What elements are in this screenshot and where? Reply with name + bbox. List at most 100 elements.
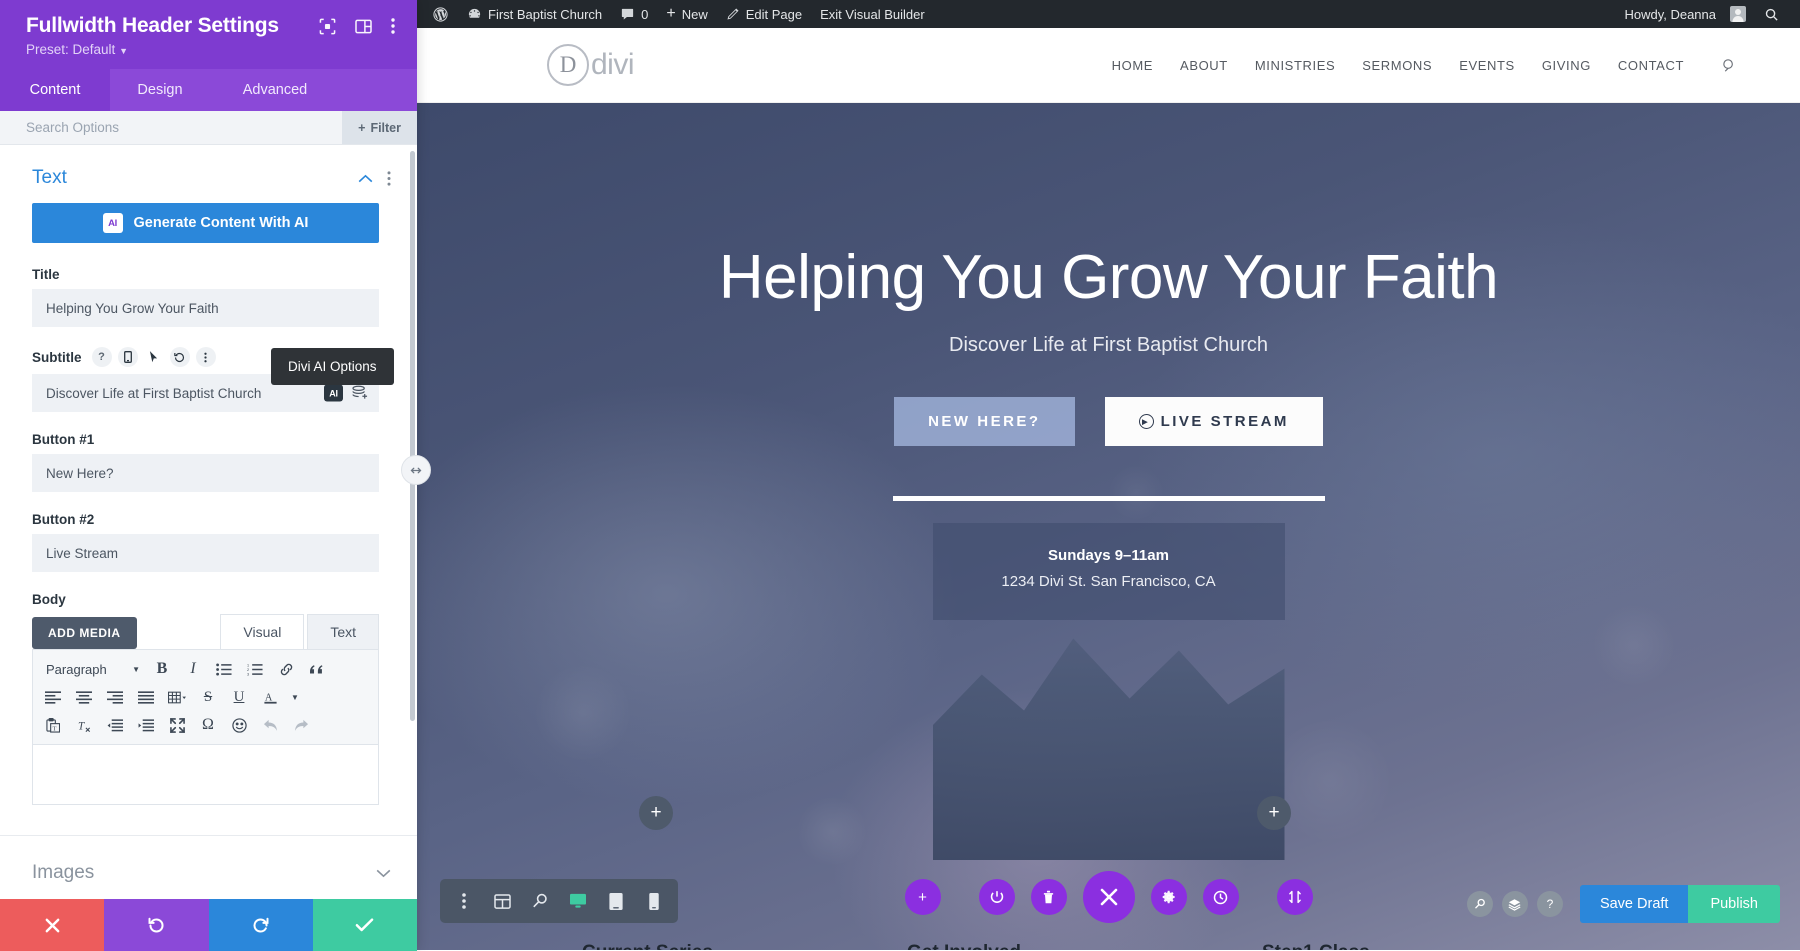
ai-icon[interactable]: AI — [324, 384, 343, 402]
trash-icon[interactable] — [1030, 879, 1067, 915]
nav-item-contact[interactable]: CONTACT — [1618, 58, 1684, 73]
zoom-icon[interactable] — [1466, 891, 1493, 917]
add-section-right-button[interactable]: + — [1257, 796, 1291, 830]
editor-tab-text[interactable]: Text — [307, 614, 379, 649]
kebab-menu-icon[interactable] — [387, 170, 391, 186]
tab-advanced[interactable]: Advanced — [210, 69, 340, 111]
preset-selector[interactable]: Preset: Default ▼ — [26, 42, 397, 57]
layers-icon[interactable] — [1501, 891, 1528, 917]
help-icon[interactable]: ? — [1536, 891, 1563, 917]
kebab-menu-icon[interactable] — [446, 879, 482, 923]
align-right-icon[interactable] — [100, 683, 130, 711]
clear-formatting-icon[interactable]: T — [69, 711, 99, 739]
hero-button-new-here[interactable]: NEW HERE? — [894, 397, 1075, 447]
undo-icon[interactable] — [255, 711, 285, 739]
new-content-menu[interactable]: + New — [657, 0, 716, 28]
save-button[interactable] — [312, 899, 417, 951]
indent-icon[interactable] — [131, 711, 161, 739]
outdent-icon[interactable] — [100, 711, 130, 739]
undo-button[interactable] — [104, 899, 209, 951]
layout-icon[interactable] — [355, 19, 372, 34]
fullscreen-icon[interactable] — [162, 711, 192, 739]
wp-logo-menu[interactable] — [423, 0, 458, 28]
gear-icon[interactable] — [1150, 879, 1187, 915]
comments-menu[interactable]: 0 — [611, 0, 657, 28]
focus-icon[interactable] — [319, 18, 336, 35]
account-menu[interactable]: Howdy, Deanna — [1615, 0, 1755, 28]
help-icon[interactable]: ? — [91, 347, 112, 367]
site-logo[interactable]: D divi — [547, 44, 635, 86]
tablet-icon[interactable] — [598, 879, 634, 923]
close-icon[interactable] — [1082, 871, 1135, 923]
tab-content[interactable]: Content — [0, 69, 110, 111]
power-icon[interactable] — [978, 879, 1015, 915]
nav-item-about[interactable]: ABOUT — [1180, 58, 1228, 73]
blockquote-icon[interactable] — [302, 655, 332, 683]
sort-icon[interactable] — [1276, 879, 1313, 915]
nav-item-events[interactable]: EVENTS — [1459, 58, 1515, 73]
strikethrough-icon[interactable]: S — [193, 683, 223, 711]
add-module-button[interactable]: + — [904, 879, 941, 915]
cursor-icon[interactable] — [144, 347, 164, 367]
service-info-card[interactable]: Sundays 9–11am 1234 Divi St. San Francis… — [932, 523, 1285, 861]
publish-button[interactable]: Publish — [1688, 885, 1780, 923]
nav-item-home[interactable]: HOME — [1112, 58, 1153, 73]
exit-visual-builder-link[interactable]: Exit Visual Builder — [811, 0, 934, 28]
align-justify-icon[interactable] — [131, 683, 161, 711]
button2-input[interactable]: Live Stream — [32, 534, 379, 572]
panel-resize-handle[interactable] — [401, 455, 431, 485]
underline-icon[interactable]: U — [224, 683, 254, 711]
bold-icon[interactable]: B — [147, 655, 177, 683]
desktop-icon[interactable] — [560, 879, 596, 923]
align-left-icon[interactable] — [38, 683, 68, 711]
hero-button-live-stream[interactable]: ▶ LIVE STREAM — [1104, 397, 1323, 447]
settings-scrollbar[interactable] — [410, 151, 415, 721]
redo-icon[interactable] — [286, 711, 316, 739]
reset-icon[interactable] — [169, 347, 190, 367]
bulleted-list-icon[interactable] — [209, 655, 239, 683]
tab-design[interactable]: Design — [110, 69, 210, 111]
italic-icon[interactable]: I — [178, 655, 208, 683]
body-editor-textarea[interactable] — [32, 745, 379, 805]
add-layer-icon[interactable] — [352, 385, 369, 401]
zoom-out-icon[interactable] — [522, 879, 558, 923]
chevron-up-icon[interactable] — [358, 174, 373, 183]
kebab-menu-icon[interactable] — [391, 18, 395, 34]
nav-item-ministries[interactable]: MINISTRIES — [1255, 58, 1335, 73]
phone-icon[interactable] — [636, 879, 672, 923]
section-images-header[interactable]: Images — [0, 836, 417, 898]
chevron-down-icon[interactable]: ▼ — [286, 683, 304, 711]
search-icon[interactable] — [1721, 57, 1738, 74]
nav-item-sermons[interactable]: SERMONS — [1362, 58, 1432, 73]
add-media-button[interactable]: ADD MEDIA — [32, 617, 137, 649]
section-text-header[interactable]: Text — [0, 145, 417, 203]
admin-search-button[interactable] — [1755, 0, 1788, 28]
redo-button[interactable] — [208, 899, 313, 951]
search-input[interactable] — [0, 111, 343, 144]
table-icon[interactable] — [162, 683, 192, 711]
editor-tab-visual[interactable]: Visual — [220, 614, 305, 649]
format-select[interactable]: Paragraph ▼ — [38, 662, 146, 677]
fullwidth-header-module[interactable]: Helping You Grow Your Faith Discover Lif… — [417, 103, 1800, 950]
special-character-icon[interactable]: Ω — [193, 711, 223, 739]
history-icon[interactable] — [1202, 879, 1239, 915]
mobile-icon[interactable] — [117, 347, 138, 367]
filter-button[interactable]: + Filter — [342, 111, 417, 144]
wireframe-icon[interactable] — [484, 879, 520, 923]
title-input[interactable]: Helping You Grow Your Faith — [32, 289, 379, 327]
add-section-left-button[interactable]: + — [639, 796, 673, 830]
edit-page-link[interactable]: Edit Page — [717, 0, 811, 28]
nav-item-giving[interactable]: GIVING — [1542, 58, 1591, 73]
paste-as-text-icon[interactable]: T — [38, 711, 68, 739]
emoji-icon[interactable] — [224, 711, 254, 739]
align-center-icon[interactable] — [69, 683, 99, 711]
site-name-menu[interactable]: First Baptist Church — [458, 0, 611, 28]
cancel-button[interactable] — [0, 899, 105, 951]
save-draft-button[interactable]: Save Draft — [1579, 885, 1689, 923]
text-color-icon[interactable]: A — [255, 683, 285, 711]
generate-content-with-ai-button[interactable]: AI Generate Content With AI — [32, 203, 379, 243]
link-icon[interactable] — [271, 655, 301, 683]
kebab-menu-icon[interactable] — [195, 347, 216, 367]
chevron-down-icon[interactable] — [376, 869, 391, 878]
button1-input[interactable]: New Here? — [32, 454, 379, 492]
